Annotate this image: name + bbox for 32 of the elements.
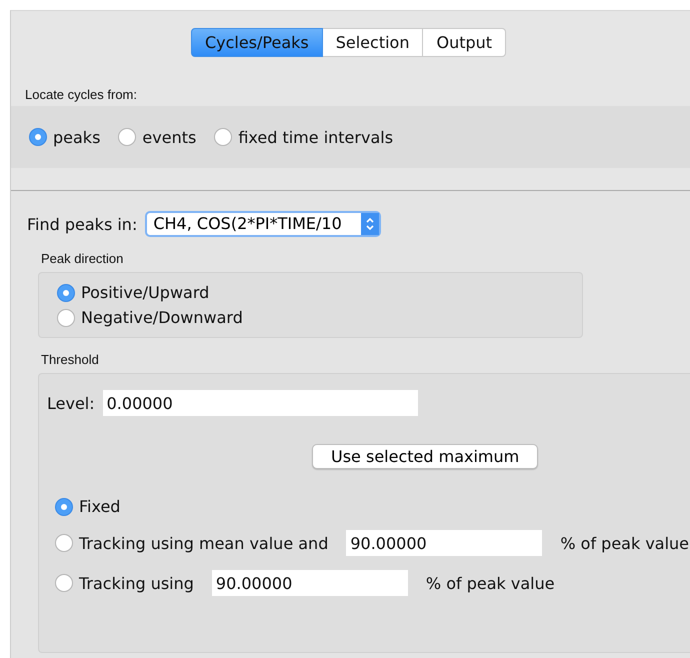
field-suffix: % of peak value: [560, 534, 690, 552]
field-suffix: % of peak value: [426, 574, 555, 592]
radio-button[interactable]: events: [118, 128, 196, 146]
radio-button[interactable]: fixed time intervals: [214, 128, 394, 146]
tab[interactable]: Cycles/Peaks: [190, 28, 323, 57]
level-field[interactable]: 0.00000: [102, 390, 418, 416]
radio-indicator[interactable]: [55, 498, 73, 516]
group-title: Threshold: [41, 352, 100, 367]
radio-indicator[interactable]: [29, 128, 47, 146]
stepper-icon: [365, 216, 376, 232]
percent-field[interactable]: 90.00000: [346, 530, 542, 556]
radio-indicator[interactable]: [214, 128, 232, 146]
radio-indicator[interactable]: [55, 574, 73, 592]
radio-button[interactable]: Tracking using: [55, 574, 194, 592]
radio-button[interactable]: peaks: [29, 128, 100, 146]
tab[interactable]: Selection: [322, 28, 424, 57]
group-title: Peak direction: [41, 251, 124, 266]
percent-field[interactable]: 90.00000: [212, 570, 408, 596]
radio-button[interactable]: Positive/Upward: [57, 283, 582, 302]
radio-indicator[interactable]: [57, 308, 75, 326]
radio-button[interactable]: Fixed: [55, 497, 120, 516]
field-label: Find peaks in:: [27, 214, 138, 234]
radio-indicator[interactable]: [57, 284, 75, 302]
radio-button[interactable]: Tracking using mean value and: [55, 534, 328, 552]
use-maximum-button[interactable]: Use selected maximum: [312, 444, 538, 469]
field-label: Level:: [47, 394, 95, 412]
channel-dropdown[interactable]: CH4, COS(2*PI*TIME/10: [145, 211, 382, 237]
radio-button[interactable]: Negative/Downward: [57, 308, 582, 327]
radio-indicator[interactable]: [55, 534, 73, 552]
tab[interactable]: Output: [423, 28, 506, 57]
section-label: Locate cycles from:: [25, 87, 138, 102]
radio-indicator[interactable]: [118, 128, 136, 146]
